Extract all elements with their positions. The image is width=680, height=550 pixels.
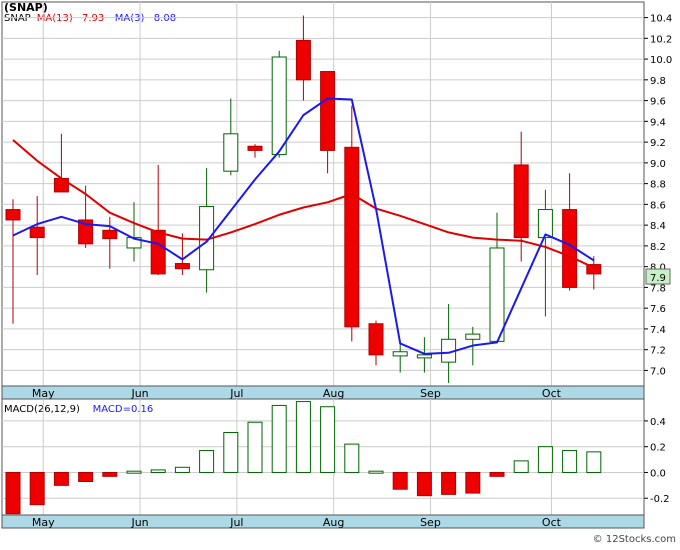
- macd-bar: [53, 471, 69, 486]
- candle-body: [320, 71, 336, 151]
- candle-body: [223, 133, 239, 172]
- macd-bar: [295, 401, 311, 473]
- price-tick-label: 9.8: [650, 76, 666, 87]
- chart-root: (SNAP) SNAP MA(13) 7.93 MA(3) 8.08 7.0 7.2 7.4…: [0, 0, 680, 546]
- macd-bar: [586, 451, 602, 473]
- legend-item: 7.93: [82, 13, 104, 24]
- price-tick-label: 8.4: [650, 221, 666, 232]
- month-label: Sep: [420, 387, 441, 400]
- macd-bar: [489, 471, 505, 477]
- price-tick-label: 9.2: [650, 138, 666, 149]
- month-label: May: [32, 516, 55, 529]
- price-tick-label: 9.0: [650, 159, 666, 170]
- macd-bar: [78, 471, 94, 482]
- candle-body: [102, 229, 118, 240]
- legend-item: MACD(26,12,9): [4, 404, 80, 415]
- macd-tick-label: 0.0: [650, 468, 666, 479]
- month-label: Jul: [229, 516, 243, 529]
- price-tick-label: 7.2: [650, 346, 666, 357]
- month-label: May: [32, 387, 55, 400]
- month-label: Aug: [323, 516, 344, 529]
- month-label: Jun: [130, 516, 148, 529]
- last-price-label: 7.9: [650, 273, 666, 284]
- price-tick-label: 10.0: [650, 55, 672, 66]
- macd-bar: [368, 470, 384, 474]
- watermark: © 12Stocks.com: [593, 534, 676, 545]
- macd-bar: [5, 471, 21, 515]
- macd-legend: MACD(26,12,9) MACD=0.16: [4, 404, 153, 415]
- candle-body: [150, 229, 166, 275]
- macd-tick-label: -0.2: [650, 494, 670, 505]
- macd-bar: [537, 446, 553, 473]
- candle-body: [416, 354, 432, 359]
- macd-bar: [513, 460, 529, 473]
- macd-bar: [271, 404, 287, 473]
- price-tick-label: 9.6: [650, 97, 666, 108]
- macd-axis-ticks: -0.2 0.0 0.2 0.4: [644, 417, 670, 505]
- month-label: Jul: [229, 387, 243, 400]
- macd-bar: [223, 432, 239, 473]
- macd-bar: [126, 470, 142, 474]
- price-panel-frame: [1, 1, 645, 387]
- price-tick-label: 10.4: [650, 14, 672, 25]
- candle-body: [489, 247, 505, 342]
- macd-bar: [150, 469, 166, 473]
- macd-bar: [441, 471, 457, 495]
- month-label: Jun: [130, 387, 148, 400]
- candle-body: [368, 323, 384, 356]
- month-label: Sep: [420, 516, 441, 529]
- macd-bar: [199, 450, 215, 473]
- macd-bar: [174, 466, 190, 473]
- macd-tick-label: 0.4: [650, 417, 666, 428]
- price-tick-label: 10.2: [650, 34, 672, 45]
- macd-bar: [465, 471, 481, 494]
- candle-body: [344, 146, 360, 328]
- candle-body: [392, 351, 408, 357]
- price-tick-label: 8.8: [650, 180, 666, 191]
- legend-item: MA(13): [37, 13, 73, 24]
- stock-chart-svg: (SNAP) SNAP MA(13) 7.93 MA(3) 8.08 7.07.27.4…: [1, 1, 676, 545]
- macd-bar: [344, 443, 360, 473]
- candle-body: [247, 145, 263, 151]
- candle-body: [29, 226, 45, 239]
- price-tick-label: 8.6: [650, 200, 666, 211]
- price-tick-label: 7.4: [650, 325, 666, 336]
- candle-body: [174, 263, 190, 270]
- legend-item: 8.08: [154, 13, 176, 24]
- macd-bar: [416, 471, 432, 497]
- price-tick-label: 7.6: [650, 304, 666, 315]
- last-price-marker: 7.9: [645, 268, 671, 285]
- price-tick-label: 9.4: [650, 117, 666, 128]
- candle-body: [5, 209, 21, 221]
- candle-body: [465, 333, 481, 340]
- month-label: Oct: [542, 516, 562, 529]
- macd-bar: [392, 471, 408, 490]
- macd-bar: [102, 471, 118, 477]
- macd-tick-label: 0.2: [650, 443, 666, 454]
- macd-bar: [29, 471, 45, 506]
- candle-body: [295, 39, 311, 81]
- macd-bar: [320, 406, 336, 473]
- macd-bar: [562, 450, 578, 473]
- month-label: Aug: [323, 387, 344, 400]
- legend-item: MACD=0.16: [93, 404, 154, 415]
- price-tick-label: 8.2: [650, 242, 666, 253]
- price-axis-ticks: 7.07.27.47.67.88.08.28.48.68.89.09.29.49…: [644, 14, 672, 377]
- legend-item: SNAP: [4, 13, 31, 24]
- candle-body: [537, 209, 553, 239]
- macd-bar: [247, 421, 263, 473]
- month-label: Oct: [542, 387, 562, 400]
- price-tick-label: 7.8: [650, 283, 666, 294]
- price-tick-label: 7.0: [650, 366, 666, 377]
- candle-body: [271, 56, 287, 156]
- candle-body: [513, 164, 529, 239]
